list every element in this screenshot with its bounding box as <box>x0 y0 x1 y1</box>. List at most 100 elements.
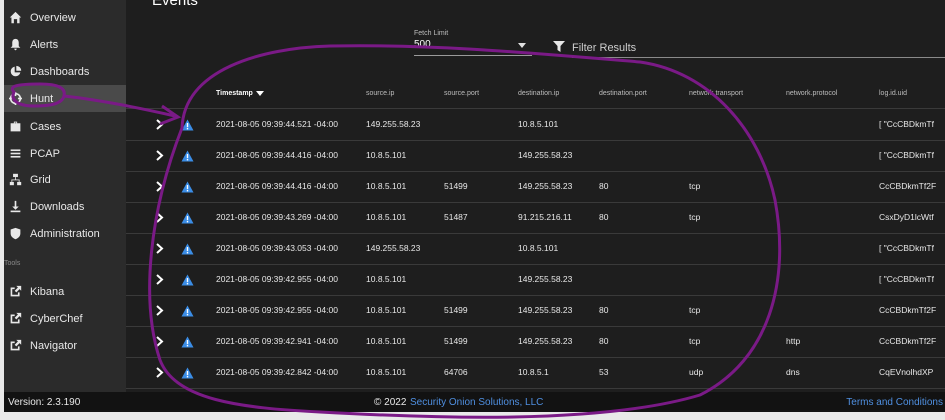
briefcase-icon <box>8 120 22 134</box>
alert-triangle-icon <box>181 305 194 317</box>
sidebar-item-cyberchef[interactable]: CyberChef <box>4 305 126 332</box>
cell-log-id-uid: [ "CcCBDkmTf <box>879 119 934 129</box>
expand-row-chevron-icon[interactable] <box>156 181 164 192</box>
fetch-limit-value: 500 <box>414 39 431 50</box>
sidebar-item-label: Downloads <box>30 200 85 213</box>
cell-destination-ip: 10.8.5.101 <box>518 243 559 253</box>
expand-row-chevron-icon[interactable] <box>156 243 164 254</box>
sidebar-item-cases[interactable]: Cases <box>4 113 126 140</box>
expand-row-chevron-icon[interactable] <box>156 212 164 223</box>
sidebar-item-label: Dashboards <box>30 65 90 78</box>
column-header-destination-port[interactable]: destination.port <box>599 90 647 97</box>
alert-triangle-icon <box>181 274 194 286</box>
company-link[interactable]: Security Onion Solutions, LLC <box>410 397 543 408</box>
cell-destination-port: 80 <box>599 336 609 346</box>
column-header-source-port[interactable]: source.port <box>444 90 479 97</box>
cell-source-port: 51499 <box>444 336 468 346</box>
sidebar-item-administration[interactable]: Administration <box>4 220 126 247</box>
chevron-up-icon[interactable]: ⌃ <box>913 0 925 10</box>
footer: Version: 2.3.190 © 2022 Security Onion S… <box>4 392 945 412</box>
cell-destination-ip: 149.255.58.23 <box>518 336 573 346</box>
table-row[interactable]: 2021-08-05 09:39:44.521 -04:00 149.255.58… <box>126 110 945 141</box>
column-header-timestamp[interactable]: Timestamp <box>216 90 264 97</box>
events-panel: Events ⌃ Fetch Limit 500 Timestamp sourc… <box>126 0 945 392</box>
expand-row-chevron-icon[interactable] <box>156 367 164 378</box>
expand-row-chevron-icon[interactable] <box>156 274 164 285</box>
cell-log-id-uid: CcCBDkmTf2F <box>879 181 937 191</box>
expand-row-chevron-icon[interactable] <box>156 150 164 161</box>
alert-triangle-icon <box>181 243 194 255</box>
cell-timestamp: 2021-08-05 09:39:42.955 -04:00 <box>216 305 338 315</box>
expand-row-chevron-icon[interactable] <box>156 336 164 347</box>
table-row[interactable]: 2021-08-05 09:39:42.955 -04:00 10.8.5.101… <box>126 296 945 327</box>
cell-log-id-uid: [ "CcCBDkmTf <box>879 150 934 160</box>
table-row[interactable]: 2021-08-05 09:39:42.941 -04:00 10.8.5.101… <box>126 327 945 358</box>
cell-network-transport: tcp <box>689 212 701 222</box>
shield-icon <box>8 227 22 241</box>
cell-timestamp: 2021-08-05 09:39:42.941 -04:00 <box>216 336 338 346</box>
cell-timestamp: 2021-08-05 09:39:44.416 -04:00 <box>216 150 338 160</box>
cell-log-id-uid: CcCBDkmTf2F <box>879 305 937 315</box>
external-link-icon <box>8 285 22 299</box>
sidebar-item-downloads[interactable]: Downloads <box>4 193 126 220</box>
cell-log-id-uid: CsxDyD1lcWtf <box>879 212 934 222</box>
table-row[interactable]: 2021-08-05 09:39:42.842 -04:00 10.8.5.101… <box>126 358 945 389</box>
sidebar: Overview Alerts Dashboards Hunt Cases PC… <box>4 0 126 392</box>
cell-timestamp: 2021-08-05 09:39:43.053 -04:00 <box>216 243 338 253</box>
expand-row-chevron-icon[interactable] <box>156 305 164 316</box>
cell-destination-ip: 149.255.58.23 <box>518 150 573 160</box>
cell-timestamp: 2021-08-05 09:39:42.955 -04:00 <box>216 274 338 284</box>
sidebar-item-dashboards[interactable]: Dashboards <box>4 58 126 85</box>
column-header-network-protocol[interactable]: network.protocol <box>786 90 837 97</box>
sidebar-item-label: PCAP <box>30 147 60 160</box>
alert-triangle-icon <box>181 119 194 131</box>
cell-source-ip: 10.8.5.101 <box>366 212 407 222</box>
tools-section-label: Tools <box>4 260 21 267</box>
cell-destination-port: 80 <box>599 181 609 191</box>
column-header-log-id-uid[interactable]: log.id.uid <box>879 90 907 97</box>
cell-network-transport: tcp <box>689 336 701 346</box>
sidebar-item-kibana[interactable]: Kibana <box>4 278 126 305</box>
filter-icon <box>553 41 565 52</box>
filter-results-input[interactable] <box>572 39 945 58</box>
table-header: Timestamp source.ip source.port destinat… <box>126 82 945 109</box>
download-icon <box>8 200 22 214</box>
column-header-network-transport[interactable]: network.transport <box>689 90 743 97</box>
cell-source-ip: 10.8.5.101 <box>366 367 407 377</box>
crosshair-icon <box>8 92 22 106</box>
sidebar-item-pcap[interactable]: PCAP <box>4 140 126 167</box>
sort-desc-icon <box>255 90 264 96</box>
alert-triangle-icon <box>181 181 194 193</box>
table-row[interactable]: 2021-08-05 09:39:42.955 -04:00 10.8.5.101… <box>126 265 945 296</box>
bell-icon <box>8 38 22 52</box>
cell-source-ip: 149.255.58.23 <box>366 119 421 129</box>
table-row[interactable]: 2021-08-05 09:39:44.416 -04:00 10.8.5.101… <box>126 141 945 172</box>
external-link-icon <box>8 339 22 353</box>
sidebar-item-grid[interactable]: Grid <box>4 166 126 193</box>
terms-link[interactable]: Terms and Conditions <box>846 397 943 408</box>
cell-destination-ip: 149.255.58.23 <box>518 305 573 315</box>
expand-row-chevron-icon[interactable] <box>156 119 164 130</box>
sidebar-item-overview[interactable]: Overview <box>4 4 126 31</box>
cell-destination-ip: 149.255.58.23 <box>518 181 573 191</box>
cell-destination-port: 53 <box>599 367 609 377</box>
table-row[interactable]: 2021-08-05 09:39:43.269 -04:00 10.8.5.101… <box>126 203 945 234</box>
cell-source-ip: 10.8.5.101 <box>366 274 407 284</box>
column-header-source-ip[interactable]: source.ip <box>366 90 394 97</box>
cell-log-id-uid: [ "CcCBDkmTf <box>879 274 934 284</box>
cell-destination-ip: 149.255.58.23 <box>518 274 573 284</box>
cell-destination-ip: 10.8.5.101 <box>518 119 559 129</box>
fetch-limit-select[interactable]: Fetch Limit 500 <box>414 30 532 56</box>
table-row[interactable]: 2021-08-05 09:39:44.416 -04:00 10.8.5.101… <box>126 172 945 203</box>
alert-triangle-icon <box>181 367 194 379</box>
table-row[interactable]: 2021-08-05 09:39:43.053 -04:00 149.255.58… <box>126 234 945 265</box>
home-icon <box>8 11 22 25</box>
sidebar-item-alerts[interactable]: Alerts <box>4 31 126 58</box>
pie-chart-icon <box>8 65 22 79</box>
cell-timestamp: 2021-08-05 09:39:42.842 -04:00 <box>216 367 338 377</box>
sidebar-item-navigator[interactable]: Navigator <box>4 332 126 359</box>
copyright-text: © 2022 <box>374 397 407 408</box>
sidebar-item-label: Hunt <box>30 92 54 105</box>
column-header-destination-ip[interactable]: destination.ip <box>518 90 559 97</box>
sidebar-item-hunt[interactable]: Hunt <box>4 85 126 112</box>
